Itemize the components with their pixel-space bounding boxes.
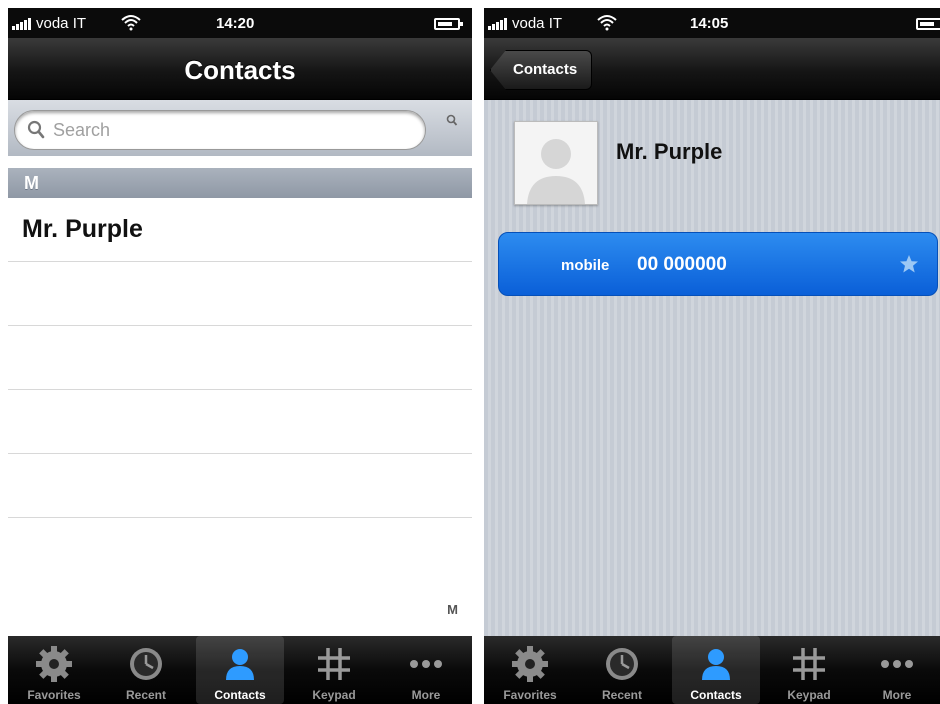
tab-label: Favorites <box>503 688 557 702</box>
person-icon <box>226 649 254 680</box>
search-input[interactable] <box>53 119 413 141</box>
contact-name: Mr. Purple <box>616 139 723 164</box>
tab-label: More <box>411 688 441 702</box>
navigation-bar: Contacts <box>484 38 940 100</box>
signal-icon <box>488 18 510 30</box>
status-time: 14:05 <box>690 15 729 32</box>
search-bar <box>8 100 472 156</box>
phone-type-label: mobile <box>561 257 610 274</box>
tab-keypad[interactable]: Keypad <box>764 636 854 704</box>
signal-icon <box>12 18 34 30</box>
avatar[interactable] <box>514 121 598 205</box>
tab-recent[interactable]: Recent <box>576 636 668 704</box>
more-icon <box>410 660 442 668</box>
search-field[interactable] <box>14 110 426 150</box>
contacts-list-screen: voda IT 14:20 Contacts M Mr. Purple <box>8 8 472 704</box>
contacts-list: Mr. Purple <box>8 198 472 582</box>
battery-icon <box>434 18 463 30</box>
search-icon <box>27 120 45 139</box>
wifi-icon <box>597 15 617 31</box>
status-bar: voda IT 14:20 <box>8 8 472 38</box>
person-icon <box>702 649 730 680</box>
back-button[interactable]: Contacts <box>490 50 593 90</box>
empty-row <box>8 390 472 454</box>
tab-contacts[interactable]: Contacts <box>196 636 284 704</box>
clock-icon <box>130 648 162 680</box>
tab-label: Keypad <box>312 688 356 702</box>
empty-row <box>8 262 472 326</box>
keypad-icon <box>793 648 825 680</box>
tab-favorites[interactable]: Favorites <box>8 636 100 704</box>
tab-contacts[interactable]: Contacts <box>672 636 760 704</box>
page-title: Contacts <box>184 55 296 85</box>
tab-label: Recent <box>125 688 166 702</box>
tab-label: Favorites <box>27 688 81 702</box>
tab-label: Contacts <box>690 688 742 702</box>
tab-label: More <box>882 688 912 702</box>
navigation-bar: Contacts <box>8 38 472 100</box>
star-icon[interactable] <box>899 254 919 274</box>
person-silhouette-icon <box>515 122 597 204</box>
empty-row <box>8 326 472 390</box>
tab-label: Contacts <box>214 688 266 702</box>
section-header: M <box>8 168 472 198</box>
empty-row <box>8 518 472 582</box>
tab-bar: Favorites Recent Contacts Keypad More <box>484 636 940 704</box>
tab-more[interactable]: More <box>854 636 940 704</box>
tab-favorites[interactable]: Favorites <box>484 636 576 704</box>
status-time: 14:20 <box>216 15 255 32</box>
phone-number: 00 000000 <box>637 254 727 275</box>
battery-icon <box>916 18 940 30</box>
section-index-letter[interactable]: M <box>447 602 458 617</box>
carrier-label: voda IT <box>36 15 87 32</box>
wifi-icon <box>121 15 141 31</box>
empty-row <box>8 454 472 518</box>
tab-bar: Favorites Recent Contacts Keypad More <box>8 636 472 704</box>
keypad-icon <box>318 648 350 680</box>
tab-recent[interactable]: Recent <box>100 636 192 704</box>
tab-label: Recent <box>601 688 642 702</box>
more-icon <box>881 660 913 668</box>
gear-icon <box>512 646 548 682</box>
tab-more[interactable]: More <box>380 636 472 704</box>
tab-keypad[interactable]: Keypad <box>288 636 380 704</box>
phone-number-row[interactable]: mobile 00 000000 <box>498 232 938 296</box>
contact-row[interactable]: Mr. Purple <box>8 198 472 262</box>
status-bar: voda IT 14:05 <box>484 8 940 38</box>
gear-icon <box>36 646 72 682</box>
clock-icon <box>606 648 638 680</box>
carrier-label: voda IT <box>512 15 563 32</box>
tab-label: Keypad <box>787 688 831 702</box>
contact-detail-screen: voda IT 14:05 Contacts Mr. Purple mobile… <box>484 8 940 704</box>
index-search-icon[interactable] <box>446 114 458 128</box>
